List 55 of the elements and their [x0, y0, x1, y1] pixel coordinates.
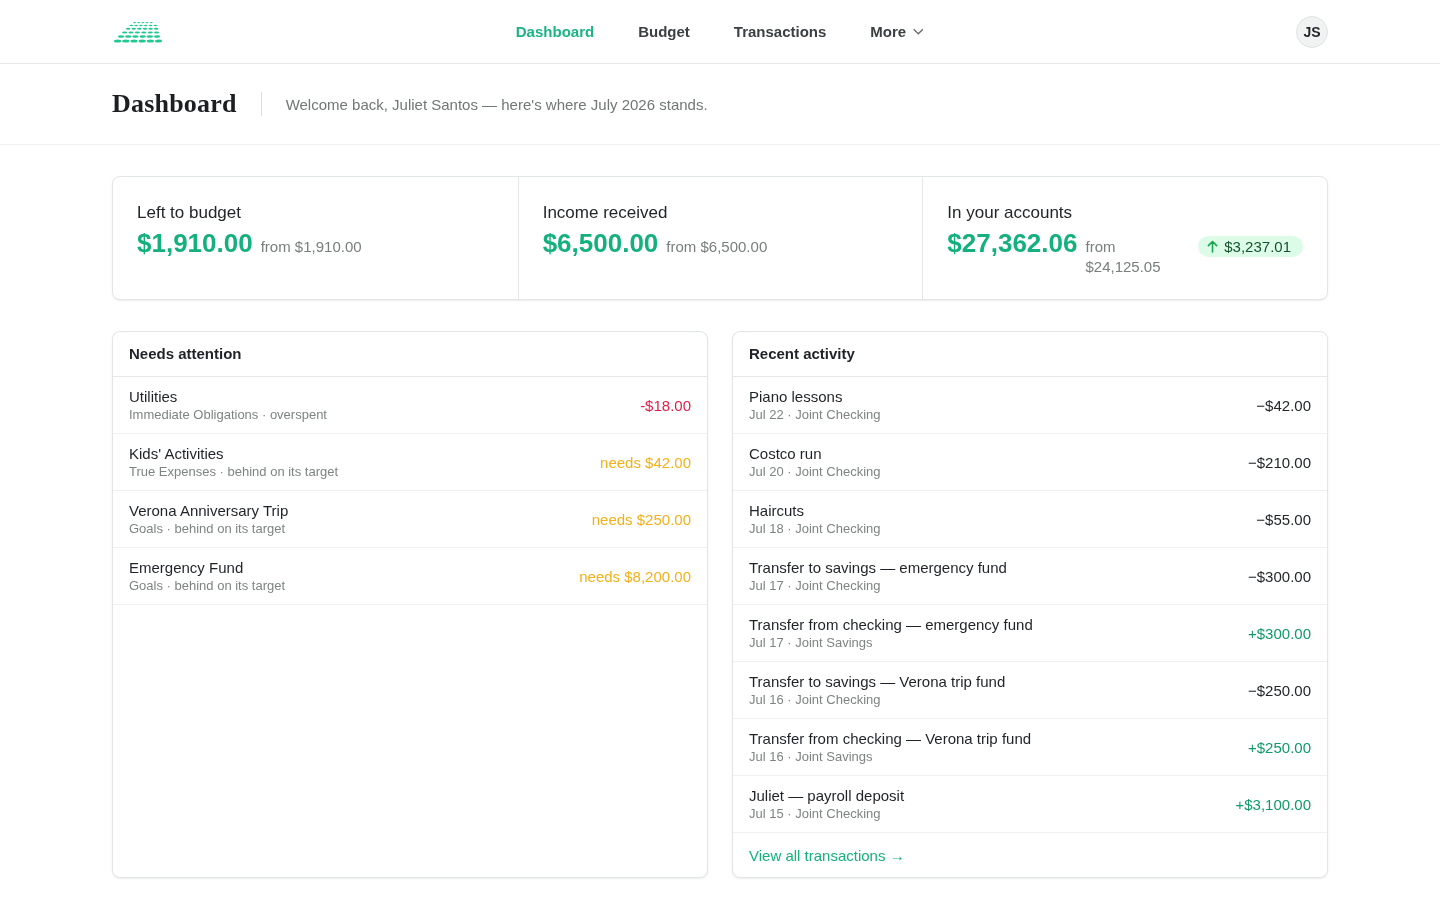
page-title: Dashboard [112, 89, 237, 119]
category-name: Utilities [129, 387, 179, 406]
category-amount: needs $250.00 [591, 510, 691, 528]
stat-amount: $1,910.00 [137, 228, 253, 259]
stat-amount: $6,500.00 [542, 228, 659, 259]
transaction-detail: Jul 17 · Joint Checking [749, 577, 882, 594]
transaction-name: Juliet — payroll deposit [749, 786, 905, 805]
stat-label: Left to budget [137, 202, 242, 224]
transaction-amount: +$250.00 [1248, 738, 1311, 756]
category-name: Kids' Activities [129, 444, 225, 463]
stat-comparison: from $1,910.00 [260, 237, 362, 257]
transaction-name: Transfer to savings — Verona trip fund [749, 672, 1006, 691]
stat-label: In your accounts [947, 202, 1074, 224]
transaction-amount: −$42.00 [1256, 396, 1311, 414]
transaction-amount: −$250.00 [1248, 681, 1311, 699]
category-name: Emergency Fund [129, 558, 245, 577]
stat-amount: $27,362.06 [947, 228, 1078, 259]
stat-label: Income received [542, 202, 669, 224]
transaction-detail: Jul 16 · Joint Savings [749, 748, 874, 765]
panel-title: Recent activity [733, 332, 1327, 377]
transaction-name: Transfer to savings — emergency fund [749, 558, 1007, 577]
transaction-detail: Jul 16 · Joint Checking [749, 691, 882, 708]
transaction-amount: −$210.00 [1248, 453, 1311, 471]
transaction-amount: −$55.00 [1256, 510, 1311, 528]
panel-title: Needs attention [113, 332, 707, 377]
transaction-detail: Jul 17 · Joint Savings [749, 634, 874, 651]
transaction-detail: Jul 15 · Joint Checking [749, 805, 882, 822]
nav-tab[interactable]: More [848, 17, 947, 46]
change-badge: $3,237.01 [1198, 236, 1303, 257]
transaction-name: Transfer from checking — emergency fund [749, 615, 1033, 634]
category-detail: Immediate Obligations · overspent [129, 406, 327, 423]
category-detail: Goals · behind on its target [129, 577, 286, 594]
stat-comparison: from $6,500.00 [666, 237, 768, 257]
transaction-amount: −$300.00 [1248, 567, 1311, 585]
category-detail: True Expenses · behind on its target [129, 463, 339, 480]
transaction-detail: Jul 18 · Joint Checking [749, 520, 881, 537]
transaction-name: Transfer from checking — Verona trip fund [749, 729, 1032, 748]
nav-tab[interactable]: Budget [616, 17, 712, 46]
transaction-name: Piano lessons [749, 387, 844, 406]
category-amount: -$18.00 [640, 396, 691, 414]
transaction-name: Haircuts [749, 501, 805, 520]
category-amount: needs $42.00 [600, 453, 691, 471]
welcome-message: Welcome back, Juliet Santos — here's where July 2026 stands. [285, 95, 708, 113]
transaction-amount: +$300.00 [1248, 624, 1311, 642]
category-detail: Goals · behind on its target [129, 520, 287, 537]
user-avatar-button[interactable]: JS [1296, 15, 1328, 48]
transaction-amount: +$3,100.00 [1235, 795, 1311, 813]
transaction-name: Costco run [749, 444, 823, 463]
dotted-fan-logo-icon[interactable] [112, 19, 162, 44]
nav-tab[interactable]: Transactions [711, 17, 849, 46]
category-amount: needs $8,200.00 [579, 567, 691, 585]
transaction-detail: Jul 20 · Joint Checking [749, 463, 881, 480]
stat-comparison: from $24,125.05 [1085, 237, 1161, 277]
category-name: Verona Anniversary Trip [129, 501, 289, 520]
transaction-detail: Jul 22 · Joint Checking [749, 406, 881, 423]
